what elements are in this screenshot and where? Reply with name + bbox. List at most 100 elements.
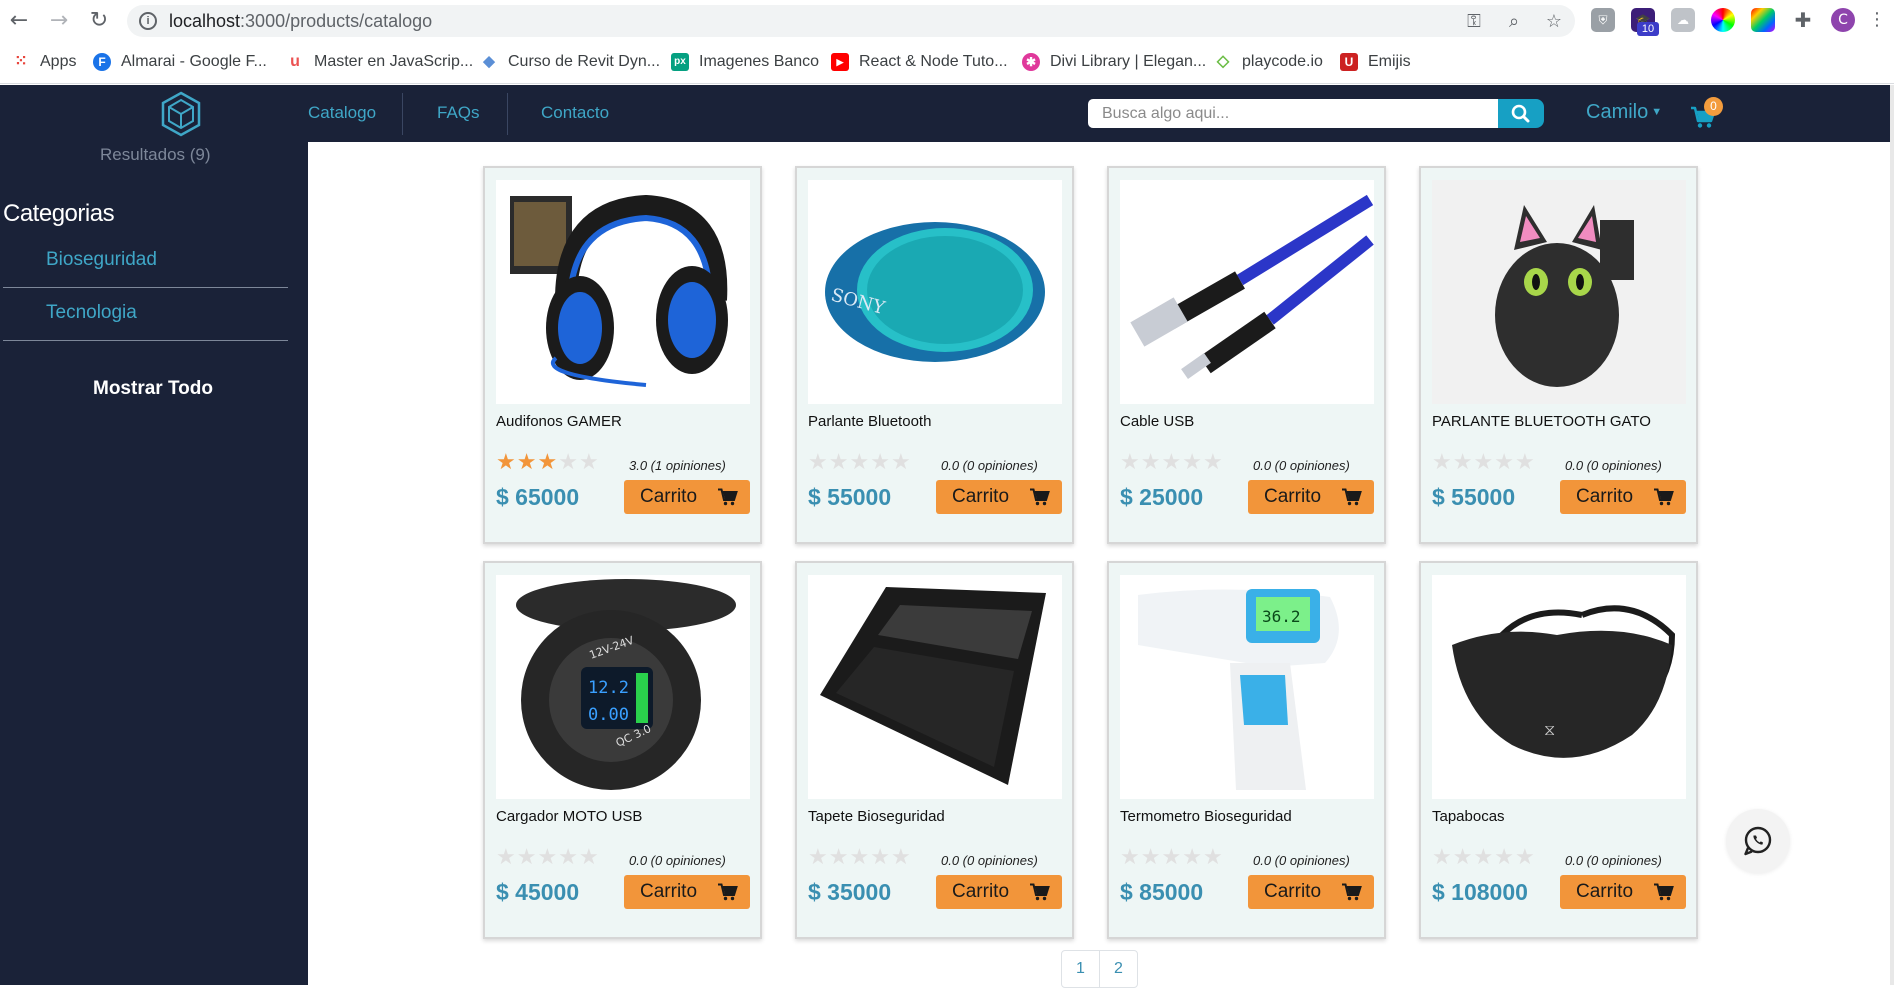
zoom-icon[interactable]: ⌕ — [1503, 11, 1525, 33]
star-empty-icon[interactable]: ★ — [1453, 845, 1474, 870]
star-empty-icon[interactable]: ★ — [1203, 450, 1224, 475]
star-empty-icon[interactable]: ★ — [1182, 845, 1203, 870]
star-empty-icon[interactable]: ★ — [808, 450, 829, 475]
star-empty-icon[interactable]: ★ — [496, 845, 517, 870]
star-empty-icon[interactable]: ★ — [849, 845, 870, 870]
add-to-cart-button[interactable]: Carrito — [1248, 875, 1374, 909]
rating-stars[interactable]: ★★★★★ — [808, 452, 912, 474]
product-image-cat-speaker[interactable] — [1432, 180, 1686, 404]
rating-stars[interactable]: ★★★★★ — [496, 847, 600, 869]
product-image-mask[interactable]: ⧖ — [1432, 575, 1686, 799]
shield-extension-icon[interactable]: ⛨ — [1591, 8, 1615, 32]
product-name[interactable]: Tapete Bioseguridad — [808, 808, 945, 825]
key-icon[interactable]: ⚿ — [1463, 11, 1485, 33]
product-name[interactable]: Parlante Bluetooth — [808, 413, 931, 430]
star-empty-icon[interactable]: ★ — [1473, 450, 1494, 475]
star-empty-icon[interactable]: ★ — [1182, 450, 1203, 475]
star-filled-icon[interactable]: ★ — [537, 450, 558, 475]
address-bar[interactable]: i localhost:3000/products/catalogo ⚿ ⌕ ☆ — [127, 5, 1575, 37]
product-name[interactable]: Termometro Bioseguridad — [1120, 808, 1292, 825]
product-image-cable[interactable] — [1120, 180, 1374, 404]
product-name[interactable]: PARLANTE BLUETOOTH GATO — [1432, 413, 1651, 430]
search-input[interactable] — [1088, 99, 1498, 128]
star-empty-icon[interactable]: ★ — [1141, 845, 1162, 870]
whatsapp-button[interactable] — [1726, 809, 1790, 873]
star-empty-icon[interactable]: ★ — [517, 845, 538, 870]
bookmark-master-javascript[interactable]: u Master en JavaScrip... — [286, 50, 473, 74]
add-to-cart-button[interactable]: Carrito — [624, 875, 750, 909]
product-image-speaker[interactable]: SONY — [808, 180, 1062, 404]
rating-stars[interactable]: ★★★★★ — [496, 452, 600, 474]
pagination-page-2[interactable]: 2 — [1099, 950, 1138, 988]
add-to-cart-button[interactable]: Carrito — [1248, 480, 1374, 514]
cloud-extension-icon[interactable]: ☁ — [1671, 8, 1695, 32]
product-name[interactable]: Audifonos GAMER — [496, 413, 622, 430]
search-button[interactable] — [1498, 99, 1544, 128]
product-image-moto-charger[interactable]: 12.2 0.00 12V-24V QC 3.0 — [496, 575, 750, 799]
product-name[interactable]: Tapabocas — [1432, 808, 1505, 825]
star-empty-icon[interactable]: ★ — [579, 845, 600, 870]
star-empty-icon[interactable]: ★ — [891, 450, 912, 475]
bookmark-imagenes-banco[interactable]: px Imagenes Banco — [671, 50, 819, 74]
pagination-page-1[interactable]: 1 — [1061, 950, 1100, 988]
bookmark-divi-library[interactable]: ✱ Divi Library | Elegan... — [1022, 50, 1206, 74]
bookmark-apps[interactable]: ⁙ Apps — [12, 50, 76, 74]
reload-icon[interactable]: ↻ — [86, 8, 112, 34]
star-empty-icon[interactable]: ★ — [808, 845, 829, 870]
address-url[interactable]: localhost:3000/products/catalogo — [169, 11, 432, 32]
color-picker-extension-icon[interactable] — [1711, 8, 1735, 32]
star-empty-icon[interactable]: ★ — [1432, 450, 1453, 475]
forward-arrow-icon[interactable]: → — [46, 8, 72, 34]
category-bioseguridad[interactable]: Bioseguridad — [3, 235, 288, 288]
category-tecnologia[interactable]: Tecnologia — [3, 288, 288, 341]
nav-contacto[interactable]: Contacto — [541, 103, 609, 123]
star-empty-icon[interactable]: ★ — [1120, 450, 1141, 475]
rating-stars[interactable]: ★★★★★ — [1432, 847, 1536, 869]
nav-faqs[interactable]: FAQs — [437, 103, 480, 123]
show-all-link[interactable]: Mostrar Todo — [93, 378, 213, 400]
star-empty-icon[interactable]: ★ — [558, 450, 579, 475]
star-filled-icon[interactable]: ★ — [496, 450, 517, 475]
add-to-cart-button[interactable]: Carrito — [936, 875, 1062, 909]
star-empty-icon[interactable]: ★ — [1203, 845, 1224, 870]
cube-logo-icon[interactable] — [160, 91, 202, 137]
palette-extension-icon[interactable] — [1751, 8, 1775, 32]
star-empty-icon[interactable]: ★ — [1494, 845, 1515, 870]
product-name[interactable]: Cable USB — [1120, 413, 1194, 430]
user-dropdown[interactable]: Camilo ▼ — [1586, 101, 1662, 124]
star-empty-icon[interactable]: ★ — [1161, 845, 1182, 870]
star-empty-icon[interactable]: ★ — [891, 845, 912, 870]
star-filled-icon[interactable]: ★ — [517, 450, 538, 475]
add-to-cart-button[interactable]: Carrito — [1560, 480, 1686, 514]
product-image-headset[interactable] — [496, 180, 750, 404]
puzzle-extensions-icon[interactable]: ✚ — [1791, 8, 1815, 32]
star-empty-icon[interactable]: ★ — [1453, 450, 1474, 475]
bookmark-star-icon[interactable]: ☆ — [1543, 11, 1565, 33]
star-empty-icon[interactable]: ★ — [1515, 450, 1536, 475]
star-empty-icon[interactable]: ★ — [829, 450, 850, 475]
back-arrow-icon[interactable]: ← — [6, 8, 32, 34]
product-name[interactable]: Cargador MOTO USB — [496, 808, 642, 825]
star-empty-icon[interactable]: ★ — [870, 845, 891, 870]
bookmark-almarai[interactable]: F Almarai - Google F... — [93, 50, 267, 74]
add-to-cart-button[interactable]: Carrito — [624, 480, 750, 514]
star-empty-icon[interactable]: ★ — [537, 845, 558, 870]
add-to-cart-button[interactable]: Carrito — [936, 480, 1062, 514]
product-image-thermometer[interactable]: 36.2 — [1120, 575, 1374, 799]
star-empty-icon[interactable]: ★ — [1473, 845, 1494, 870]
star-empty-icon[interactable]: ★ — [1161, 450, 1182, 475]
star-empty-icon[interactable]: ★ — [579, 450, 600, 475]
nav-catalogo[interactable]: Catalogo — [308, 103, 376, 123]
site-info-icon[interactable]: i — [139, 12, 157, 30]
star-empty-icon[interactable]: ★ — [829, 845, 850, 870]
bookmark-emijis[interactable]: U Emijis — [1340, 50, 1411, 74]
star-empty-icon[interactable]: ★ — [1120, 845, 1141, 870]
rating-stars[interactable]: ★★★★★ — [808, 847, 912, 869]
bookmark-react-node[interactable]: ▶ React & Node Tuto... — [831, 50, 1008, 74]
star-empty-icon[interactable]: ★ — [849, 450, 870, 475]
add-to-cart-button[interactable]: Carrito — [1560, 875, 1686, 909]
product-image-mat[interactable] — [808, 575, 1062, 799]
rating-stars[interactable]: ★★★★★ — [1120, 452, 1224, 474]
star-empty-icon[interactable]: ★ — [1494, 450, 1515, 475]
bookmark-playcode[interactable]: ◇ playcode.io — [1214, 50, 1323, 74]
